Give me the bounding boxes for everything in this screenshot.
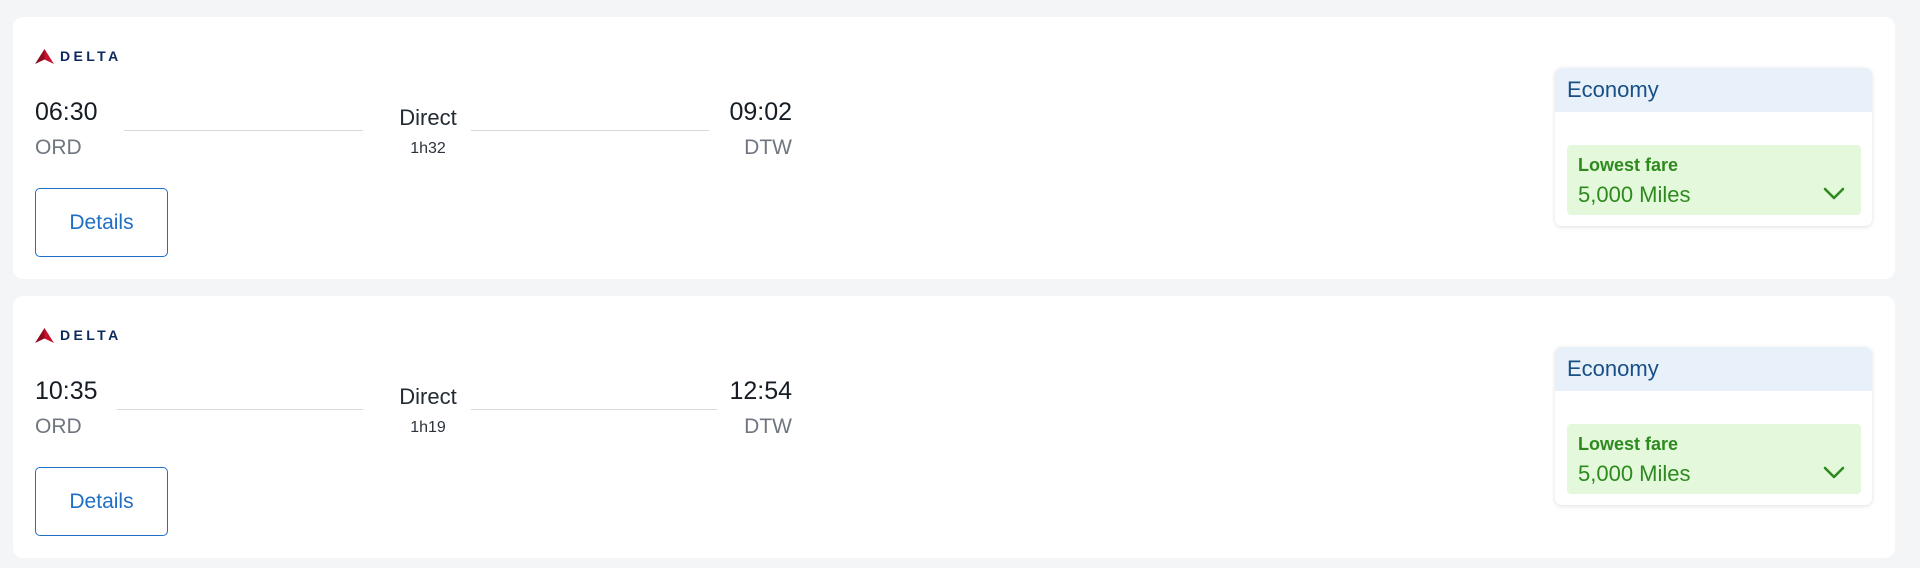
route-line-left — [124, 130, 363, 131]
stops-label: Direct — [399, 105, 457, 130]
flight-card: DELTA 10:35 ORD Direct 1h19 12:54 DTW De… — [13, 296, 1895, 558]
departure-time: 10:35 — [35, 377, 98, 405]
chevron-down-icon[interactable] — [1823, 187, 1845, 201]
fare-panel: Economy Lowest fare 5,000 Miles — [1555, 347, 1872, 505]
fare-option[interactable]: Lowest fare 5,000 Miles — [1567, 424, 1861, 494]
fare-price: 5,000 Miles — [1578, 182, 1691, 207]
arrival-time: 09:02 — [729, 98, 792, 126]
route-line-right — [471, 130, 709, 131]
flight-duration: 1h19 — [410, 419, 446, 436]
departure-airport: ORD — [35, 415, 82, 438]
fare-option[interactable]: Lowest fare 5,000 Miles — [1567, 145, 1861, 215]
arrival-airport: DTW — [744, 415, 792, 438]
arrival-time: 12:54 — [729, 377, 792, 405]
fare-panel: Economy Lowest fare 5,000 Miles — [1555, 68, 1872, 226]
route-line-right — [471, 409, 717, 410]
arrival-airport: DTW — [744, 136, 792, 159]
cabin-class: Economy — [1555, 347, 1872, 391]
stops-label: Direct — [399, 384, 457, 409]
delta-widget-icon — [35, 327, 54, 343]
flight-card: DELTA 06:30 ORD Direct 1h32 09:02 DTW De… — [13, 17, 1895, 279]
airline-logo: DELTA — [35, 327, 122, 343]
fare-label: Lowest fare — [1578, 434, 1679, 454]
airline-logo: DELTA — [35, 48, 122, 64]
fare-price: 5,000 Miles — [1578, 461, 1691, 486]
departure-time: 06:30 — [35, 98, 98, 126]
chevron-down-icon[interactable] — [1823, 466, 1845, 480]
delta-widget-icon — [35, 48, 54, 64]
airline-name: DELTA — [60, 327, 122, 343]
airline-name: DELTA — [60, 48, 122, 64]
fare-label: Lowest fare — [1578, 155, 1679, 175]
departure-airport: ORD — [35, 136, 82, 159]
route-line-left — [117, 409, 363, 410]
cabin-class: Economy — [1555, 68, 1872, 112]
flight-duration: 1h32 — [410, 140, 446, 157]
details-button[interactable]: Details — [35, 188, 168, 257]
details-button[interactable]: Details — [35, 467, 168, 536]
